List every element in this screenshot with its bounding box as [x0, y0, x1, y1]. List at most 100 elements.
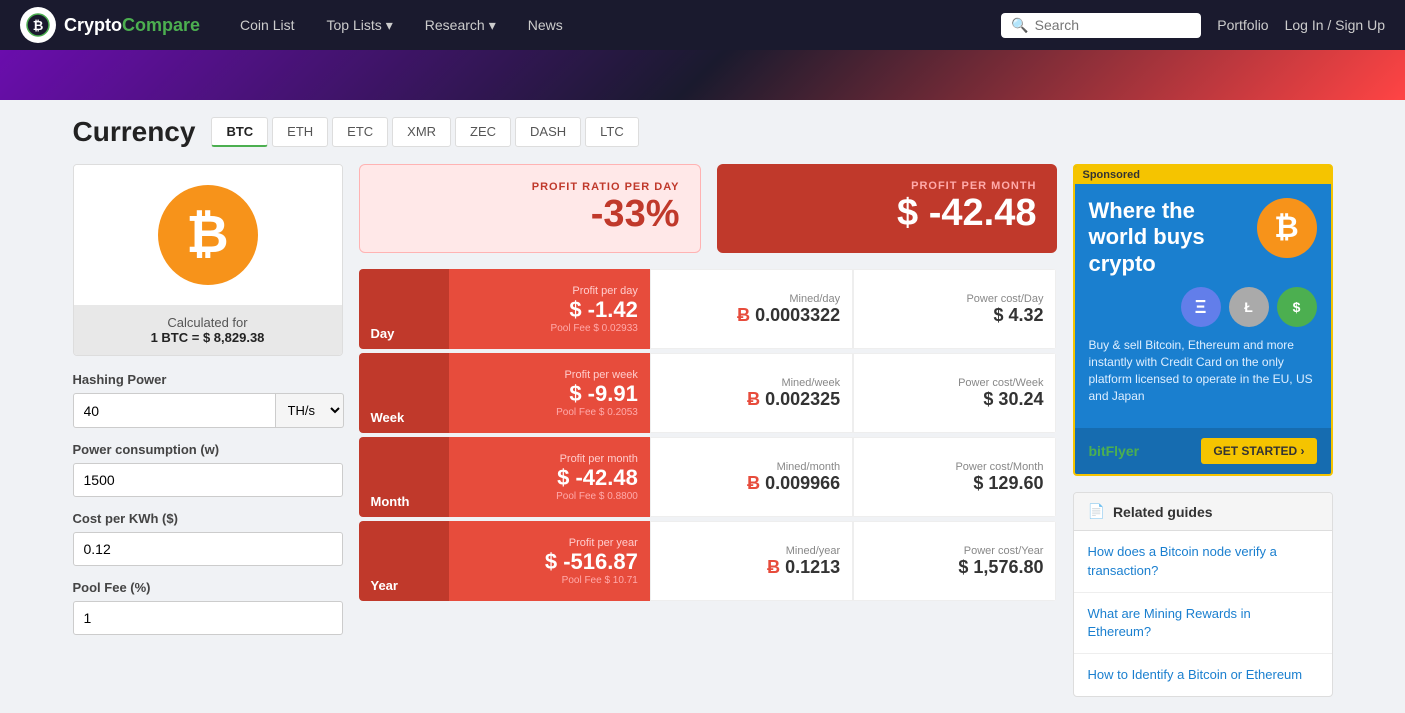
coin-icon-area: ₿	[74, 165, 342, 305]
profit-value: $ -9.91	[461, 381, 638, 407]
pool-fee: Pool Fee $ 0.02933	[461, 323, 638, 334]
center-panel: PROFIT RATIO PER DAY -33% PROFIT PER MON…	[359, 164, 1057, 697]
login-link[interactable]: Log In / Sign Up	[1285, 17, 1385, 33]
profit-month-card: PROFIT PER MONTH $ -42.48	[717, 164, 1057, 253]
mined-label: Mined/month	[663, 461, 840, 473]
hashing-power-group: Hashing Power TH/s GH/s MH/s	[73, 372, 343, 428]
page-title: Currency	[73, 116, 196, 148]
profit-value: $ -1.42	[461, 297, 638, 323]
pool-fee: Pool Fee $ 0.8800	[461, 491, 638, 502]
profit-label: Profit per year	[461, 537, 638, 549]
document-icon: 📄	[1088, 503, 1105, 520]
ad-body: Where the world buys crypto ₿ Ξ Ł $ Buy …	[1075, 184, 1331, 428]
period-cell: Year	[359, 521, 449, 601]
guide-item[interactable]: What are Mining Rewards in Ethereum?	[1074, 593, 1332, 654]
btc-symbol: Ƀ	[767, 557, 785, 577]
related-guides-header: 📄 Related guides	[1074, 493, 1332, 531]
power-value: $ 30.24	[866, 389, 1043, 410]
power-value: $ 129.60	[866, 473, 1043, 494]
ad-cta-button[interactable]: GET STARTED ›	[1201, 438, 1316, 464]
profit-cell: Profit per day $ -1.42 Pool Fee $ 0.0293…	[449, 269, 650, 349]
mining-row-year: Year Profit per year $ -516.87 Pool Fee …	[359, 521, 1057, 601]
coin-price-area: Calculated for 1 BTC = $ 8,829.38	[74, 305, 342, 355]
mined-value: Ƀ 0.0003322	[663, 305, 840, 326]
svg-text:₿: ₿	[33, 18, 44, 33]
currency-tab-zec[interactable]: ZEC	[455, 117, 511, 147]
currency-tab-eth[interactable]: ETH	[272, 117, 328, 147]
power-label: Power cost/Month	[866, 461, 1043, 473]
currency-tab-dash[interactable]: DASH	[515, 117, 581, 147]
profit-cell: Profit per year $ -516.87 Pool Fee $ 10.…	[449, 521, 650, 601]
nav-research[interactable]: Research ▾	[409, 0, 512, 50]
guide-item[interactable]: How to Identify a Bitcoin or Ethereum	[1074, 654, 1332, 696]
btc-symbol: Ƀ	[737, 305, 755, 325]
power-value: $ 1,576.80	[866, 557, 1043, 578]
mined-cell: Mined/week Ƀ 0.002325	[650, 353, 853, 433]
power-consumption-group: Power consumption (w)	[73, 442, 343, 497]
power-cell: Power cost/Week $ 30.24	[853, 353, 1056, 433]
currency-tab-xmr[interactable]: XMR	[392, 117, 451, 147]
period-cell: Month	[359, 437, 449, 517]
hashing-unit-select[interactable]: TH/s GH/s MH/s	[276, 393, 344, 428]
period-label: Week	[371, 410, 437, 425]
profit-label: Profit per week	[461, 369, 638, 381]
currency-tab-btc[interactable]: BTC	[211, 117, 268, 147]
hashing-power-input[interactable]	[73, 393, 276, 428]
pool-fee-input[interactable]	[73, 601, 343, 635]
cost-kwh-label: Cost per KWh ($)	[73, 511, 343, 526]
btc-icon: ₿	[158, 185, 258, 285]
portfolio-link[interactable]: Portfolio	[1217, 17, 1268, 33]
chevron-down-icon: ▾	[489, 17, 496, 34]
mined-value: Ƀ 0.009966	[663, 473, 840, 494]
pool-fee: Pool Fee $ 0.2053	[461, 407, 638, 418]
ad-card[interactable]: Sponsored Where the world buys crypto ₿ …	[1073, 164, 1333, 476]
profit-cell: Profit per month $ -42.48 Pool Fee $ 0.8…	[449, 437, 650, 517]
search-bar: 🔍	[1001, 13, 1201, 38]
profit-summary: PROFIT RATIO PER DAY -33% PROFIT PER MON…	[359, 164, 1057, 253]
power-consumption-input[interactable]	[73, 463, 343, 497]
period-cell: Day	[359, 269, 449, 349]
btc-symbol: Ƀ	[747, 389, 765, 409]
power-consumption-label: Power consumption (w)	[73, 442, 343, 457]
power-label: Power cost/Day	[866, 293, 1043, 305]
promo-banner	[0, 50, 1405, 100]
currency-tabs: BTCETHETCXMRZECDASHLTC	[211, 117, 638, 147]
ad-btc-icon: ₿	[1257, 198, 1317, 258]
profit-label: Profit per day	[461, 285, 638, 297]
logo[interactable]: ₿ CryptoCompare	[20, 7, 200, 43]
power-value: $ 4.32	[866, 305, 1043, 326]
power-cell: Power cost/Month $ 129.60	[853, 437, 1056, 517]
profit-ratio-card: PROFIT RATIO PER DAY -33%	[359, 164, 701, 253]
left-panel: ₿ Calculated for 1 BTC = $ 8,829.38 Hash…	[73, 164, 343, 697]
ad-coins: Ξ Ł $	[1089, 287, 1317, 327]
mined-label: Mined/year	[663, 545, 840, 557]
mined-value: Ƀ 0.002325	[663, 389, 840, 410]
nav-top-lists[interactable]: Top Lists ▾	[311, 0, 409, 50]
power-cell: Power cost/Year $ 1,576.80	[853, 521, 1056, 601]
navbar: ₿ CryptoCompare Coin List Top Lists ▾ Re…	[0, 0, 1405, 50]
currency-tab-etc[interactable]: ETC	[332, 117, 388, 147]
pool-fee: Pool Fee $ 10.71	[461, 575, 638, 586]
currency-tab-ltc[interactable]: LTC	[585, 117, 639, 147]
ad-body-text: Buy & sell Bitcoin, Ethereum and more in…	[1089, 337, 1317, 404]
ad-headline: Where the world buys crypto	[1089, 198, 1249, 277]
hashing-power-input-row: TH/s GH/s MH/s	[73, 393, 343, 428]
nav-news[interactable]: News	[512, 0, 579, 50]
nav-coin-list[interactable]: Coin List	[224, 0, 310, 50]
search-input[interactable]	[1035, 17, 1192, 33]
mined-cell: Mined/day Ƀ 0.0003322	[650, 269, 853, 349]
profit-cell: Profit per week $ -9.91 Pool Fee $ 0.205…	[449, 353, 650, 433]
nav-actions: Portfolio Log In / Sign Up	[1217, 17, 1385, 33]
coin-card: ₿ Calculated for 1 BTC = $ 8,829.38	[73, 164, 343, 356]
logo-icon: ₿	[20, 7, 56, 43]
ad-footer: bitFlyer GET STARTED ›	[1075, 428, 1331, 474]
period-label: Day	[371, 326, 437, 341]
cost-kwh-input[interactable]	[73, 532, 343, 566]
mined-cell: Mined/year Ƀ 0.1213	[650, 521, 853, 601]
guide-item[interactable]: How does a Bitcoin node verify a transac…	[1074, 531, 1332, 592]
guides-list: How does a Bitcoin node verify a transac…	[1074, 531, 1332, 696]
mining-rows-container: Day Profit per day $ -1.42 Pool Fee $ 0.…	[359, 269, 1057, 601]
ltc-coin-icon: Ł	[1229, 287, 1269, 327]
btc-coin-icon-2: $	[1277, 287, 1317, 327]
mining-row-month: Month Profit per month $ -42.48 Pool Fee…	[359, 437, 1057, 517]
